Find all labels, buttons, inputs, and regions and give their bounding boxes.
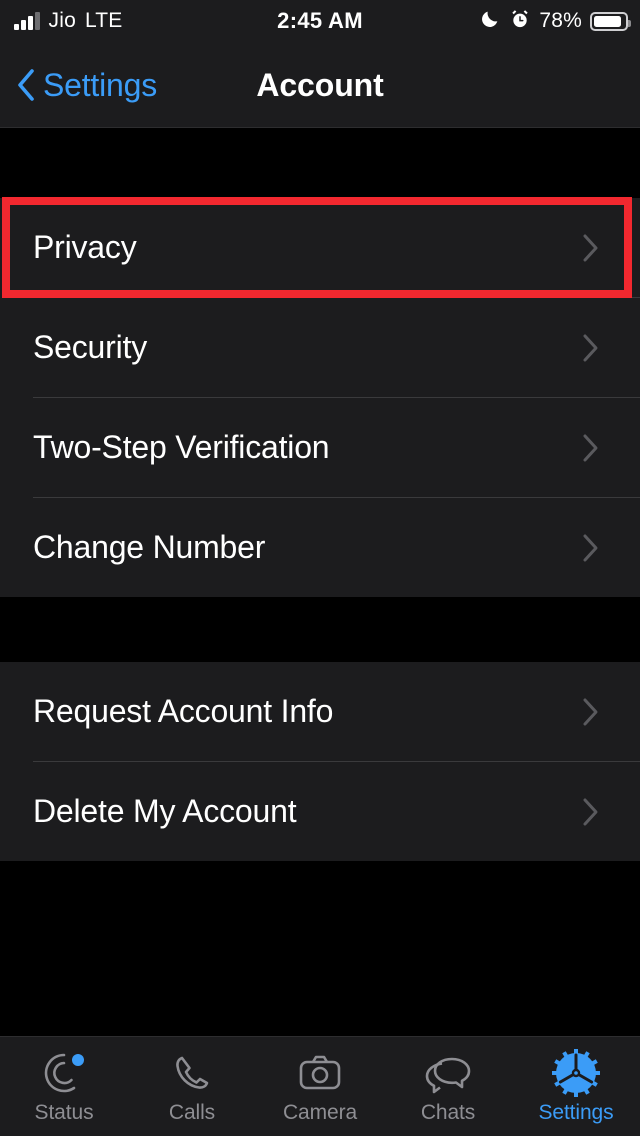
row-delete-my-account[interactable]: Delete My Account [0, 762, 640, 861]
settings-list: Privacy Security Two-Step Verification C… [0, 129, 640, 1036]
row-label: Delete My Account [33, 793, 297, 829]
navigation-bar: Settings Account [0, 42, 640, 128]
tab-settings[interactable]: Settings [512, 1037, 640, 1136]
phone-screen: Jio LTE 2:45 AM 78% Settings Account Pri… [0, 0, 640, 1136]
gear-icon [551, 1047, 601, 1099]
row-security[interactable]: Security [0, 298, 640, 397]
tab-label: Calls [168, 1101, 216, 1124]
row-label: Security [33, 329, 147, 365]
row-privacy[interactable]: Privacy [0, 197, 640, 298]
chevron-right-icon [582, 697, 600, 727]
tab-label: Chats [420, 1101, 476, 1124]
tab-label: Camera [282, 1101, 358, 1124]
tab-label: Settings [538, 1101, 614, 1124]
settings-group-account: Privacy Security Two-Step Verification C… [0, 197, 640, 597]
camera-icon [296, 1047, 344, 1099]
row-request-account-info[interactable]: Request Account Info [0, 662, 640, 761]
chevron-right-icon [582, 533, 600, 563]
chevron-right-icon [582, 333, 600, 363]
chevron-right-icon [582, 233, 600, 263]
tab-camera[interactable]: Camera [256, 1037, 384, 1136]
row-label: Change Number [33, 529, 266, 565]
status-bar: Jio LTE 2:45 AM 78% [0, 0, 640, 42]
row-label: Privacy [33, 229, 137, 265]
status-bar-right: 78% [479, 0, 631, 42]
tab-bar: Status Calls Camera Chats Settings [0, 1036, 640, 1136]
settings-group-data: Request Account Info Delete My Account [0, 662, 640, 861]
chevron-right-icon [582, 433, 600, 463]
alarm-icon [509, 8, 531, 35]
tab-chats[interactable]: Chats [384, 1037, 512, 1136]
battery-percent: 78% [539, 9, 582, 32]
row-label: Two-Step Verification [33, 429, 330, 465]
row-change-number[interactable]: Change Number [0, 498, 640, 597]
tab-calls[interactable]: Calls [128, 1037, 256, 1136]
phone-icon [169, 1047, 215, 1099]
row-two-step-verification[interactable]: Two-Step Verification [0, 398, 640, 497]
status-rings-icon [39, 1047, 89, 1099]
moon-icon [479, 8, 501, 35]
chevron-right-icon [582, 797, 600, 827]
row-label: Request Account Info [33, 693, 334, 729]
page-title: Account [256, 66, 384, 103]
chat-bubbles-icon [422, 1047, 474, 1099]
tab-label: Status [34, 1101, 94, 1124]
tab-status[interactable]: Status [0, 1037, 128, 1136]
battery-icon [590, 11, 631, 31]
clock: 2:45 AM [277, 8, 363, 33]
